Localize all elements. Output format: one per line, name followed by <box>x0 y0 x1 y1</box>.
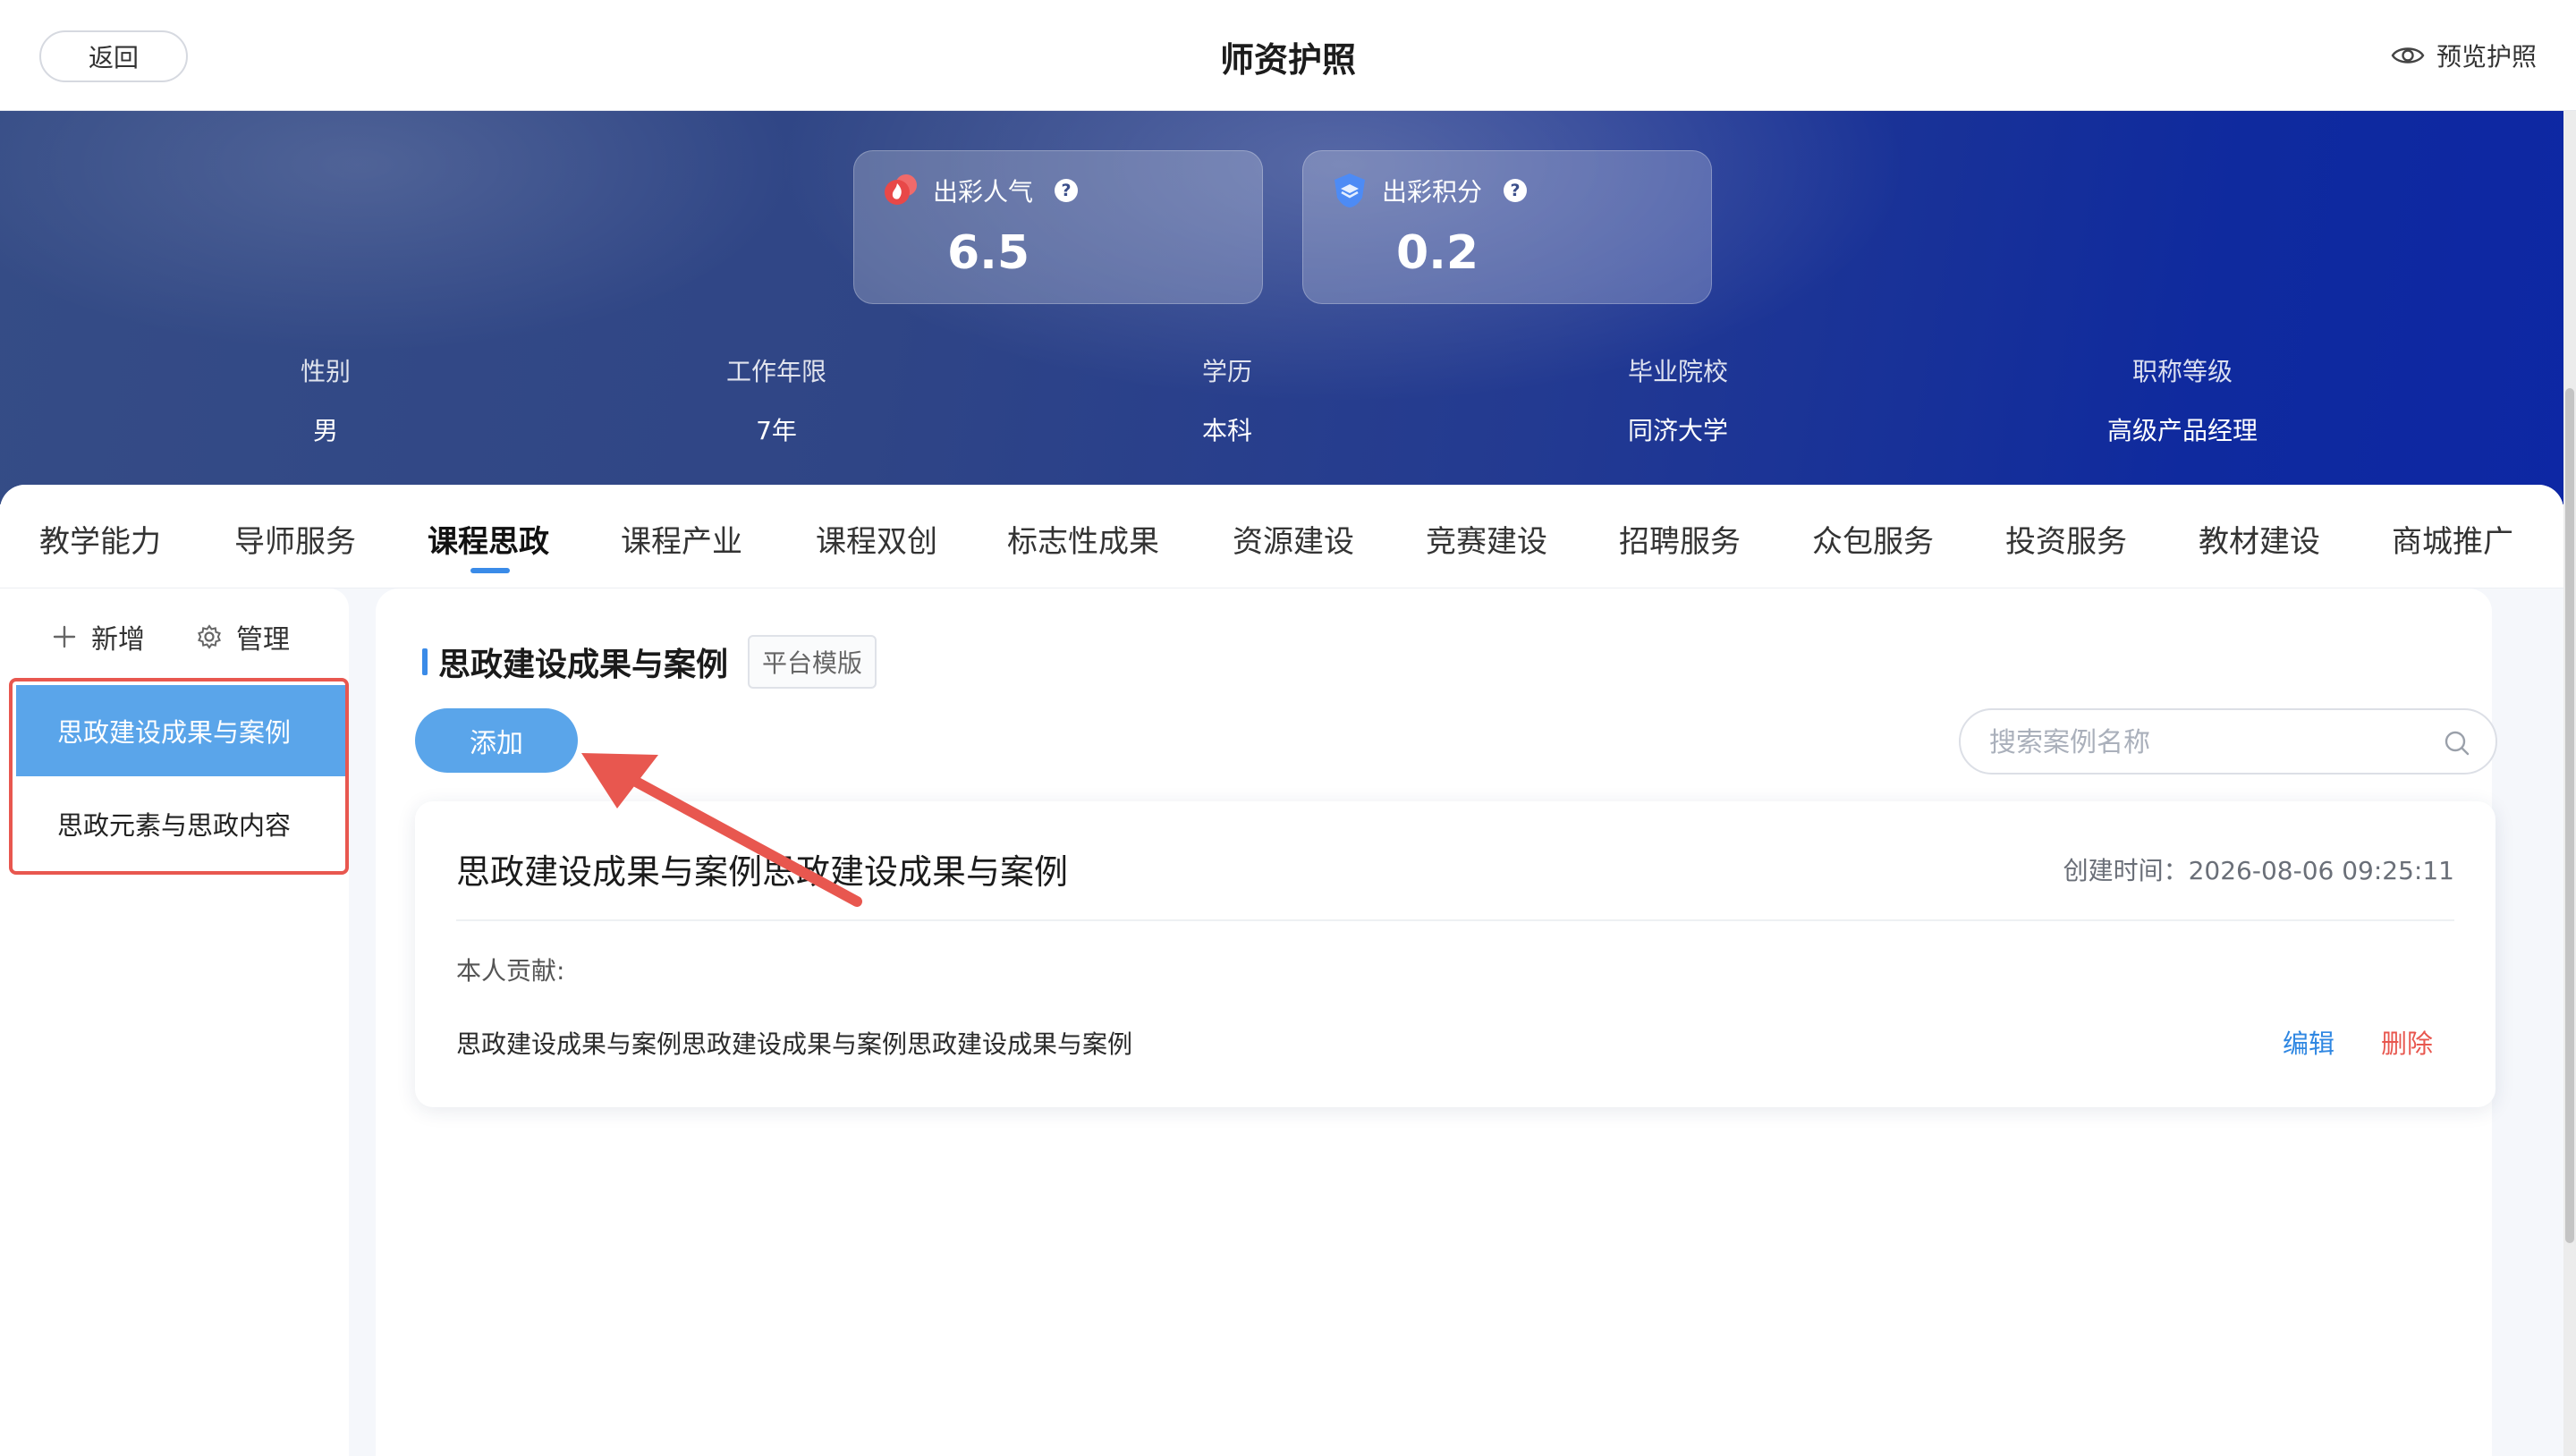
gender-value: 男 <box>312 416 338 445</box>
gear-icon <box>198 624 221 649</box>
preview-label: 预览护照 <box>2436 42 2537 72</box>
search-icon[interactable] <box>2442 728 2472 758</box>
highlighted-category-list: 思政建设成果与案例 思政元素与思政内容 <box>9 678 349 875</box>
page-title: 师资护照 <box>1219 40 1356 80</box>
help-icon[interactable]: ? <box>1504 179 1528 202</box>
plus-icon <box>53 625 76 648</box>
gender-info: 性别 男 <box>182 352 469 447</box>
page-scrollbar[interactable] <box>2563 111 2576 1456</box>
tab-landmark-achievements[interactable]: 标志性成果 <box>1007 517 1159 561</box>
contribution-label: 本人贡献: <box>456 956 565 986</box>
delete-button[interactable]: 删除 <box>2381 1023 2433 1061</box>
template-badge: 平台模版 <box>748 635 877 689</box>
eye-icon <box>2391 47 2425 63</box>
contribution-text: 思政建设成果与案例思政建设成果与案例思政建设成果与案例 <box>456 1029 1133 1059</box>
case-created-time: 创建时间：2026-08-06 09:25:11 <box>2063 856 2454 885</box>
tab-crowdsourcing-service[interactable]: 众包服务 <box>1812 517 1934 561</box>
popularity-label: 出彩人气 <box>933 177 1034 207</box>
help-icon[interactable]: ? <box>1055 179 1079 202</box>
card-divider <box>456 919 2454 921</box>
tab-textbook-building[interactable]: 教材建设 <box>2199 517 2320 561</box>
education-info: 学历 本科 <box>1084 352 1370 447</box>
popularity-value: 6.5 <box>947 226 1030 280</box>
section-marker <box>422 648 428 675</box>
sidebar-item-ideology-elements[interactable]: 思政元素与思政内容 <box>16 778 345 869</box>
gender-key: 性别 <box>300 357 351 386</box>
tab-course-ideology[interactable]: 课程思政 <box>428 517 549 561</box>
school-value: 同济大学 <box>1627 416 1728 445</box>
section-header: 思政建设成果与案例 平台模版 <box>422 635 877 689</box>
tab-teaching-ability[interactable]: 教学能力 <box>39 517 161 561</box>
tab-competition-building[interactable]: 竞赛建设 <box>1426 517 1547 561</box>
school-info: 毕业院校 同济大学 <box>1535 352 1821 447</box>
sidebar-item-ideology-cases[interactable]: 思政建设成果与案例 <box>16 685 345 776</box>
manage-category-label: 管理 <box>236 624 290 656</box>
work-years-info: 工作年限 7年 <box>633 352 919 447</box>
work-years-key: 工作年限 <box>725 357 826 386</box>
tab-course-innovation[interactable]: 课程双创 <box>816 517 937 561</box>
add-category-label: 新增 <box>91 624 145 656</box>
back-button[interactable]: 返回 <box>39 30 188 82</box>
add-category-button[interactable]: 新增 <box>50 617 145 656</box>
profile-banner: 出彩人气 ? 6.5 出彩积分 ? 0.2 性别 男 工作年限 7年 学历 本科… <box>0 111 2576 504</box>
main-panel: 思政建设成果与案例 平台模版 添加 思政建设成果与案例思政建设成果与案例 创建时… <box>376 588 2497 1456</box>
flame-icon <box>885 174 917 205</box>
shield-score-icon <box>1335 174 1365 207</box>
edit-button[interactable]: 编辑 <box>2283 1023 2334 1061</box>
manage-category-button[interactable]: 管理 <box>195 617 290 656</box>
category-sidebar: 新增 管理 思政建设成果与案例 思政元素与思政内容 <box>0 588 349 1456</box>
case-title: 思政建设成果与案例思政建设成果与案例 <box>456 852 1069 892</box>
school-key: 毕业院校 <box>1627 357 1728 386</box>
scrollbar-thumb[interactable] <box>2565 388 2574 1243</box>
title-level-value: 高级产品经理 <box>2106 416 2258 445</box>
preview-passport-button[interactable]: 预览护照 <box>2390 38 2537 73</box>
score-label: 出彩积分 <box>1382 177 1483 207</box>
tab-recruitment-service[interactable]: 招聘服务 <box>1619 517 1741 561</box>
add-case-button[interactable]: 添加 <box>415 708 578 773</box>
education-value: 本科 <box>1201 416 1252 445</box>
title-level-key: 职称等级 <box>2131 357 2233 386</box>
tab-investment-service[interactable]: 投资服务 <box>2005 517 2127 561</box>
tab-resource-building[interactable]: 资源建设 <box>1233 517 1354 561</box>
score-card: 出彩积分 ? 0.2 <box>1302 150 1712 304</box>
case-card: 思政建设成果与案例思政建设成果与案例 创建时间：2026-08-06 09:25… <box>415 801 2496 1107</box>
search-input[interactable] <box>1987 723 2435 762</box>
education-key: 学历 <box>1201 357 1252 386</box>
tab-course-industry[interactable]: 课程产业 <box>621 517 742 561</box>
top-bar: 返回 师资护照 预览护照 <box>0 0 2576 111</box>
title-level-info: 职称等级 高级产品经理 <box>2039 352 2326 447</box>
search-box <box>1959 708 2497 775</box>
section-title: 思政建设成果与案例 <box>438 647 729 683</box>
tab-mentor-service[interactable]: 导师服务 <box>234 517 356 561</box>
work-years-value: 7年 <box>756 416 797 445</box>
tab-mall-promotion[interactable]: 商城推广 <box>2392 517 2513 561</box>
active-tab-indicator <box>470 568 510 573</box>
tab-bar: 教学能力 导师服务 课程思政 课程产业 课程双创 标志性成果 资源建设 竞赛建设… <box>0 485 2563 588</box>
popularity-card: 出彩人气 ? 6.5 <box>853 150 1263 304</box>
score-value: 0.2 <box>1396 226 1479 280</box>
